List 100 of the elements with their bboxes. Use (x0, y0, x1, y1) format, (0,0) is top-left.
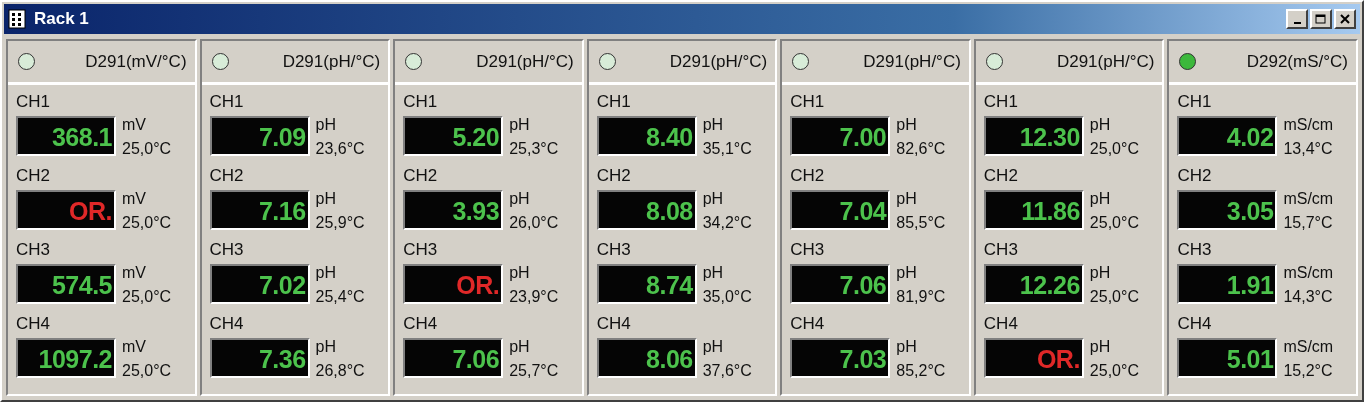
temperature-reading: 26,8°C (315, 361, 366, 381)
unit-label: pH (509, 116, 531, 136)
channel-label: CH2 (983, 165, 1019, 187)
minimize-button[interactable] (1286, 9, 1308, 29)
value-display: 8.40 (596, 116, 697, 157)
value-display: 7.02 (209, 264, 310, 305)
value-display: 7.03 (790, 338, 891, 379)
unit-label: pH (896, 116, 918, 136)
temperature-reading: 37,6°C (702, 361, 753, 381)
unit-label: pH (702, 116, 725, 136)
temperature-reading: 25,7°C (509, 361, 560, 381)
channel-label: CH4 (403, 313, 439, 335)
module-name: D291(mV/°C) (85, 51, 187, 72)
value-display: 12.26 (983, 264, 1084, 305)
temperature-reading: 25,4°C (315, 287, 366, 307)
temperature-reading: 25,9°C (315, 213, 366, 233)
temperature-reading: 26,0°C (509, 213, 560, 233)
module-name: D291(pH/°C) (476, 51, 574, 72)
channel-label: CH2 (1177, 165, 1213, 187)
unit-label: pH (509, 190, 531, 210)
temperature-reading: 34,2°C (702, 213, 753, 233)
module-name: D291(pH/°C) (863, 51, 961, 72)
temperature-reading: 25,0°C (122, 361, 173, 381)
temperature-reading: 25,0°C (1089, 139, 1140, 159)
temperature-reading: 14,3°C (1283, 287, 1334, 307)
temperature-reading: 25,0°C (1089, 213, 1140, 233)
unit-label: pH (315, 338, 337, 358)
channel-label: CH3 (209, 239, 245, 261)
temperature-reading: 82,6°C (896, 139, 947, 159)
maximize-icon (1315, 13, 1327, 25)
value-display: 3.93 (403, 190, 504, 231)
close-icon (1340, 14, 1350, 24)
temperature-reading: 15,2°C (1283, 361, 1334, 381)
unit-label: mV (122, 190, 147, 210)
close-button[interactable] (1334, 9, 1356, 29)
temperature-reading: 15,7°C (1283, 213, 1334, 233)
value-display: 7.09 (209, 116, 310, 157)
value-display: 7.00 (790, 116, 891, 157)
value-display: 12.30 (983, 116, 1084, 157)
unit-label: pH (896, 190, 918, 210)
value-display: OR. (16, 190, 116, 231)
temperature-reading: 25,3°C (509, 139, 560, 159)
unit-label: pH (509, 338, 531, 358)
channel-label: CH3 (983, 239, 1019, 261)
channel-label: CH1 (790, 91, 826, 113)
temperature-reading: 23,6°C (315, 139, 366, 159)
value-display: 8.74 (596, 264, 697, 305)
unit-label: pH (702, 338, 725, 358)
value-display: 4.02 (1177, 116, 1278, 157)
channel-label: CH1 (983, 91, 1019, 113)
unit-label: pH (702, 264, 725, 284)
channel-label: CH3 (403, 239, 439, 261)
unit-label: mV (122, 338, 147, 358)
unit-label: pH (1089, 264, 1112, 284)
unit-label: pH (896, 338, 918, 358)
unit-label: pH (1089, 116, 1112, 136)
unit-label: pH (1089, 338, 1112, 358)
value-display: 8.06 (596, 338, 697, 379)
temperature-reading: 85,2°C (896, 361, 947, 381)
channel-label: CH3 (596, 239, 632, 261)
value-display: 7.06 (790, 264, 891, 305)
unit-label: pH (1089, 190, 1112, 210)
value-display: OR. (403, 264, 504, 305)
maximize-button[interactable] (1310, 9, 1332, 29)
value-display: 5.01 (1177, 338, 1278, 379)
value-display: 8.08 (596, 190, 697, 231)
temperature-reading: 25,0°C (1089, 287, 1140, 307)
channel-label: CH4 (1177, 313, 1213, 335)
value-display: 7.04 (790, 190, 891, 231)
unit-label: mV (122, 264, 147, 284)
channel-label: CH2 (596, 165, 632, 187)
channel-label: CH1 (209, 91, 245, 113)
rack-icon (8, 9, 26, 29)
temperature-reading: 25,0°C (122, 213, 173, 233)
module-name: D291(pH/°C) (669, 51, 768, 72)
module-name: D291(pH/°C) (1056, 51, 1155, 72)
channel-label: CH3 (1177, 239, 1213, 261)
value-display: 574.5 (16, 264, 116, 305)
channel-label: CH2 (403, 165, 439, 187)
value-display: 11.86 (983, 190, 1084, 231)
value-display: 1097.2 (16, 338, 116, 379)
channel-label: CH1 (16, 91, 51, 113)
unit-label: mV (122, 116, 147, 136)
temperature-reading: 35,1°C (702, 139, 753, 159)
temperature-reading: 25,0°C (122, 287, 173, 307)
unit-label: mS/cm (1283, 190, 1335, 210)
unit-label: pH (315, 116, 337, 136)
value-display: 7.06 (403, 338, 504, 379)
temperature-reading: 25,0°C (122, 139, 173, 159)
temperature-reading: 23,9°C (509, 287, 560, 307)
value-display: 1.91 (1177, 264, 1278, 305)
unit-label: mS/cm (1283, 338, 1335, 358)
channel-label: CH3 (790, 239, 826, 261)
channel-label: CH1 (1177, 91, 1213, 113)
channel-label: CH4 (790, 313, 826, 335)
module-name: D291(pH/°C) (282, 51, 381, 72)
temperature-reading: 35,0°C (702, 287, 753, 307)
module-name: D292(mS/°C) (1246, 51, 1348, 72)
unit-label: pH (315, 264, 337, 284)
channel-label: CH4 (209, 313, 245, 335)
